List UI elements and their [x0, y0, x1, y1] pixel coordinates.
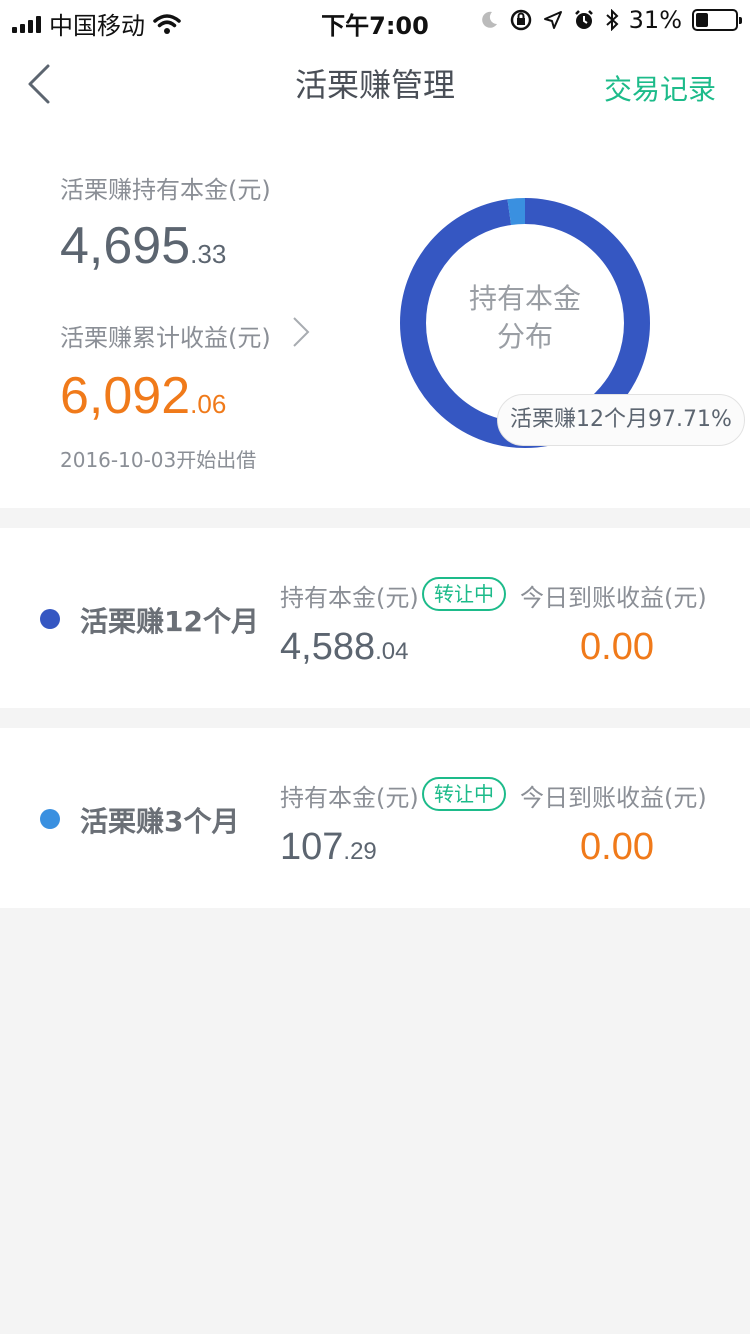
principal-label: 持有本金(元): [280, 584, 419, 612]
start-date: 2016-10-03开始出借: [60, 448, 257, 472]
today-earnings-label: 今日到账收益(元): [520, 784, 707, 812]
alarm-icon: [574, 10, 593, 29]
today-earnings-value: 0.00: [580, 626, 654, 668]
status-bar-right: 31%: [479, 6, 742, 34]
donut-center-label: 持有本金 分布: [395, 280, 655, 356]
principal-value: 4,588.04: [280, 626, 408, 669]
product-name: 活栗赚3个月: [80, 805, 240, 838]
principal-value-int: 4,588: [280, 626, 376, 668]
bluetooth-icon: [605, 9, 619, 31]
principal-amount-int: 4,695: [60, 217, 191, 275]
principal-label: 持有本金(元): [280, 784, 419, 812]
product-dot: [40, 609, 60, 629]
product-name: 活栗赚12个月: [80, 605, 259, 638]
donut-tooltip: 活栗赚12个月97.71%: [497, 394, 745, 446]
transferring-badge[interactable]: 转让中: [422, 577, 506, 611]
earnings-amount: 6,092.06: [60, 366, 226, 426]
donut-center-line2: 分布: [496, 320, 553, 353]
today-earnings-value: 0.00: [580, 826, 654, 868]
transferring-badge[interactable]: 转让中: [422, 777, 506, 811]
summary-section: 活栗赚持有本金(元) 4,695.33 活栗赚累计收益(元) 6,092.06 …: [0, 130, 750, 508]
principal-value-dec: .29: [343, 838, 377, 865]
principal-value-int: 107: [280, 826, 344, 868]
rotation-lock-icon: [510, 9, 531, 31]
principal-value-dec: .04: [375, 638, 409, 665]
earnings-row[interactable]: 活栗赚累计收益(元): [60, 314, 320, 354]
product-card[interactable]: 活栗赚12个月 持有本金(元) 转让中 今日到账收益(元) 4,588.04 0…: [0, 528, 750, 708]
nav-bar: 活栗赚管理 交易记录: [0, 40, 750, 130]
donut-center-line1: 持有本金: [468, 282, 581, 315]
product-dot: [40, 809, 60, 829]
moon-icon: [481, 11, 497, 28]
battery-icon: [692, 9, 742, 31]
transaction-records-link[interactable]: 交易记录: [604, 68, 716, 108]
principal-value: 107.29: [280, 826, 377, 869]
earnings-amount-dec: .06: [190, 389, 227, 419]
status-bar: 中国移动 下午7:00 31%: [0, 0, 750, 40]
chevron-right-icon: [293, 317, 310, 347]
principal-label: 活栗赚持有本金(元): [60, 176, 271, 204]
principal-amount: 4,695.33: [60, 216, 226, 276]
battery-percent: 31%: [628, 6, 682, 34]
earnings-amount-int: 6,092: [60, 367, 191, 425]
principal-amount-dec: .33: [190, 239, 227, 269]
earnings-label: 活栗赚累计收益(元): [60, 324, 271, 352]
today-earnings-label: 今日到账收益(元): [520, 584, 707, 612]
location-icon: [543, 11, 562, 29]
product-card[interactable]: 活栗赚3个月 持有本金(元) 转让中 今日到账收益(元) 107.29 0.00: [0, 728, 750, 908]
battery-fill: [696, 13, 708, 27]
